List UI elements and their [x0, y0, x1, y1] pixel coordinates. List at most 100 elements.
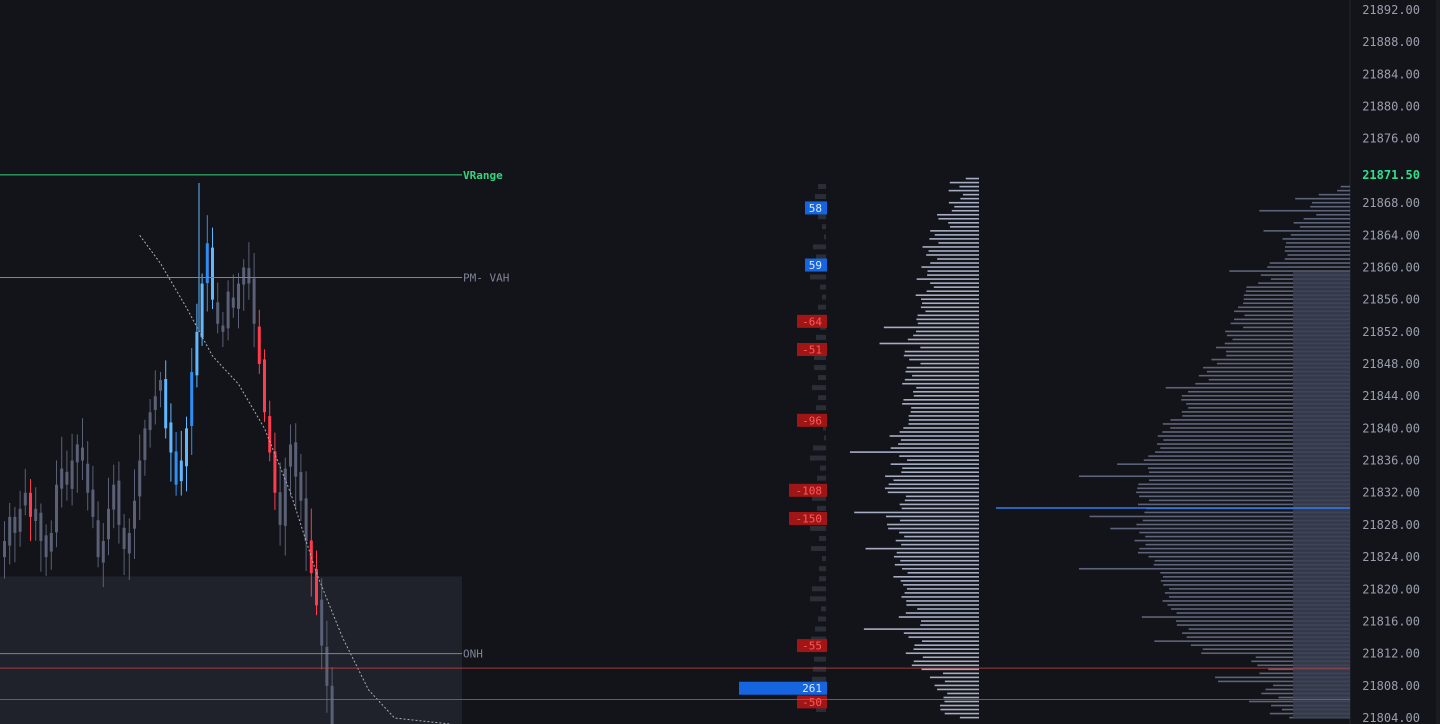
price-tick-label: 21880.00: [1362, 100, 1420, 114]
candle: [117, 461, 121, 544]
profile-bar: [849, 451, 979, 453]
profile-bar: [921, 620, 979, 622]
profile-bar: [906, 604, 979, 606]
delta-bar: [811, 546, 826, 552]
delta-bar: [819, 535, 826, 541]
delta-bar: [818, 375, 826, 381]
profile-bar: [913, 390, 979, 393]
profile-bar: [903, 584, 979, 586]
profile-bar: [916, 330, 979, 333]
candle-body: [60, 468, 64, 489]
delta-bar: [813, 445, 826, 451]
profile-bar: [938, 242, 979, 244]
profile-bar: [959, 716, 979, 719]
profile-bar: [893, 555, 979, 558]
delta-bar: [812, 385, 826, 391]
profile-bar: [890, 447, 979, 449]
profile-bar: [920, 306, 979, 309]
candle-body: [309, 540, 313, 574]
profile-bar: [907, 459, 979, 461]
profile-bar: [887, 491, 979, 494]
composite-profile-bar: [1285, 246, 1350, 248]
candle: [273, 432, 277, 510]
candle: [75, 434, 79, 493]
price-tick-label: 21856.00: [1362, 293, 1420, 307]
price-tick-label: 21860.00: [1362, 260, 1420, 274]
profile-bar: [900, 580, 979, 582]
profile-bar: [937, 688, 979, 691]
profile-bar: [890, 463, 979, 465]
candle-body: [237, 283, 240, 309]
delta-label: -150: [796, 512, 823, 525]
delta-bar: [810, 455, 826, 461]
profile-bar: [911, 664, 979, 667]
delta-bar: [818, 395, 826, 401]
price-tick-label: 21812.00: [1362, 647, 1420, 661]
composite-profile-bar: [1293, 222, 1350, 224]
candle: [49, 520, 53, 570]
profile-bar: [913, 648, 979, 651]
profile-bar: [930, 230, 979, 232]
profile-bar: [962, 193, 979, 196]
price-axis[interactable]: 21892.00 21888.00 21884.00 21880.00 21876.00…: [1362, 0, 1440, 724]
profile-bar: [893, 576, 979, 578]
profile-bar: [905, 370, 979, 373]
profile-bar: [899, 455, 979, 457]
chart-canvas[interactable]: 58 59 -64 -51 -96 -108 -150 -55 261-50 VRange PM-…: [0, 0, 1440, 724]
candle-body: [257, 326, 261, 364]
profile-bar: [879, 342, 979, 345]
delta-bar: [810, 274, 826, 280]
profile-bar: [889, 435, 979, 437]
candle: [231, 274, 235, 318]
profile-bar: [908, 423, 979, 425]
profile-bar: [954, 205, 979, 208]
candle-body: [3, 541, 6, 558]
profile-bar: [906, 588, 979, 590]
candle: [179, 430, 183, 496]
candle: [216, 282, 220, 334]
profile-bar: [902, 382, 979, 385]
volume-profile-group: [849, 177, 979, 719]
candle-body: [179, 460, 183, 482]
candle-body: [226, 291, 230, 329]
profile-bar: [965, 177, 979, 180]
composite-profile-bar: [1267, 266, 1350, 268]
candle-body: [159, 380, 162, 391]
candle: [237, 272, 240, 329]
candle-body: [330, 685, 334, 724]
profile-bar: [944, 680, 979, 683]
candle-body: [101, 541, 105, 563]
delta-bar: [815, 194, 826, 200]
delta-column-group: 58 59 -64 -51 -96 -108 -150 -55 261-50: [739, 184, 827, 712]
candle: [252, 253, 256, 348]
candle: [96, 501, 100, 568]
candle-body: [247, 268, 251, 284]
profile-bar: [903, 399, 979, 401]
profile-bar: [905, 612, 979, 614]
profile-bar: [903, 632, 979, 634]
profile-bar: [951, 209, 979, 212]
profile-bar: [906, 600, 979, 602]
candle: [205, 215, 209, 312]
candle-body: [252, 278, 256, 324]
delta-bar: [812, 586, 826, 592]
profile-bar: [920, 362, 979, 365]
delta-bar: [820, 284, 826, 290]
candle: [169, 403, 173, 482]
profile-bar: [948, 222, 979, 224]
profile-bar: [893, 479, 979, 482]
candle: [164, 360, 168, 439]
profile-bar: [902, 403, 979, 405]
profile-bar: [913, 334, 979, 337]
price-tick-label: 21864.00: [1362, 228, 1420, 242]
delta-bar: [813, 666, 826, 672]
candle-body: [299, 471, 303, 501]
candle-body: [112, 484, 116, 510]
axis-scroll-strip[interactable]: [1436, 0, 1440, 724]
profile-bar: [895, 539, 979, 542]
profile-bar: [903, 354, 979, 357]
candle-body: [231, 297, 235, 308]
profile-bar: [960, 197, 979, 200]
composite-profile-bar: [1259, 209, 1350, 212]
price-tick-label: 21888.00: [1362, 35, 1420, 49]
